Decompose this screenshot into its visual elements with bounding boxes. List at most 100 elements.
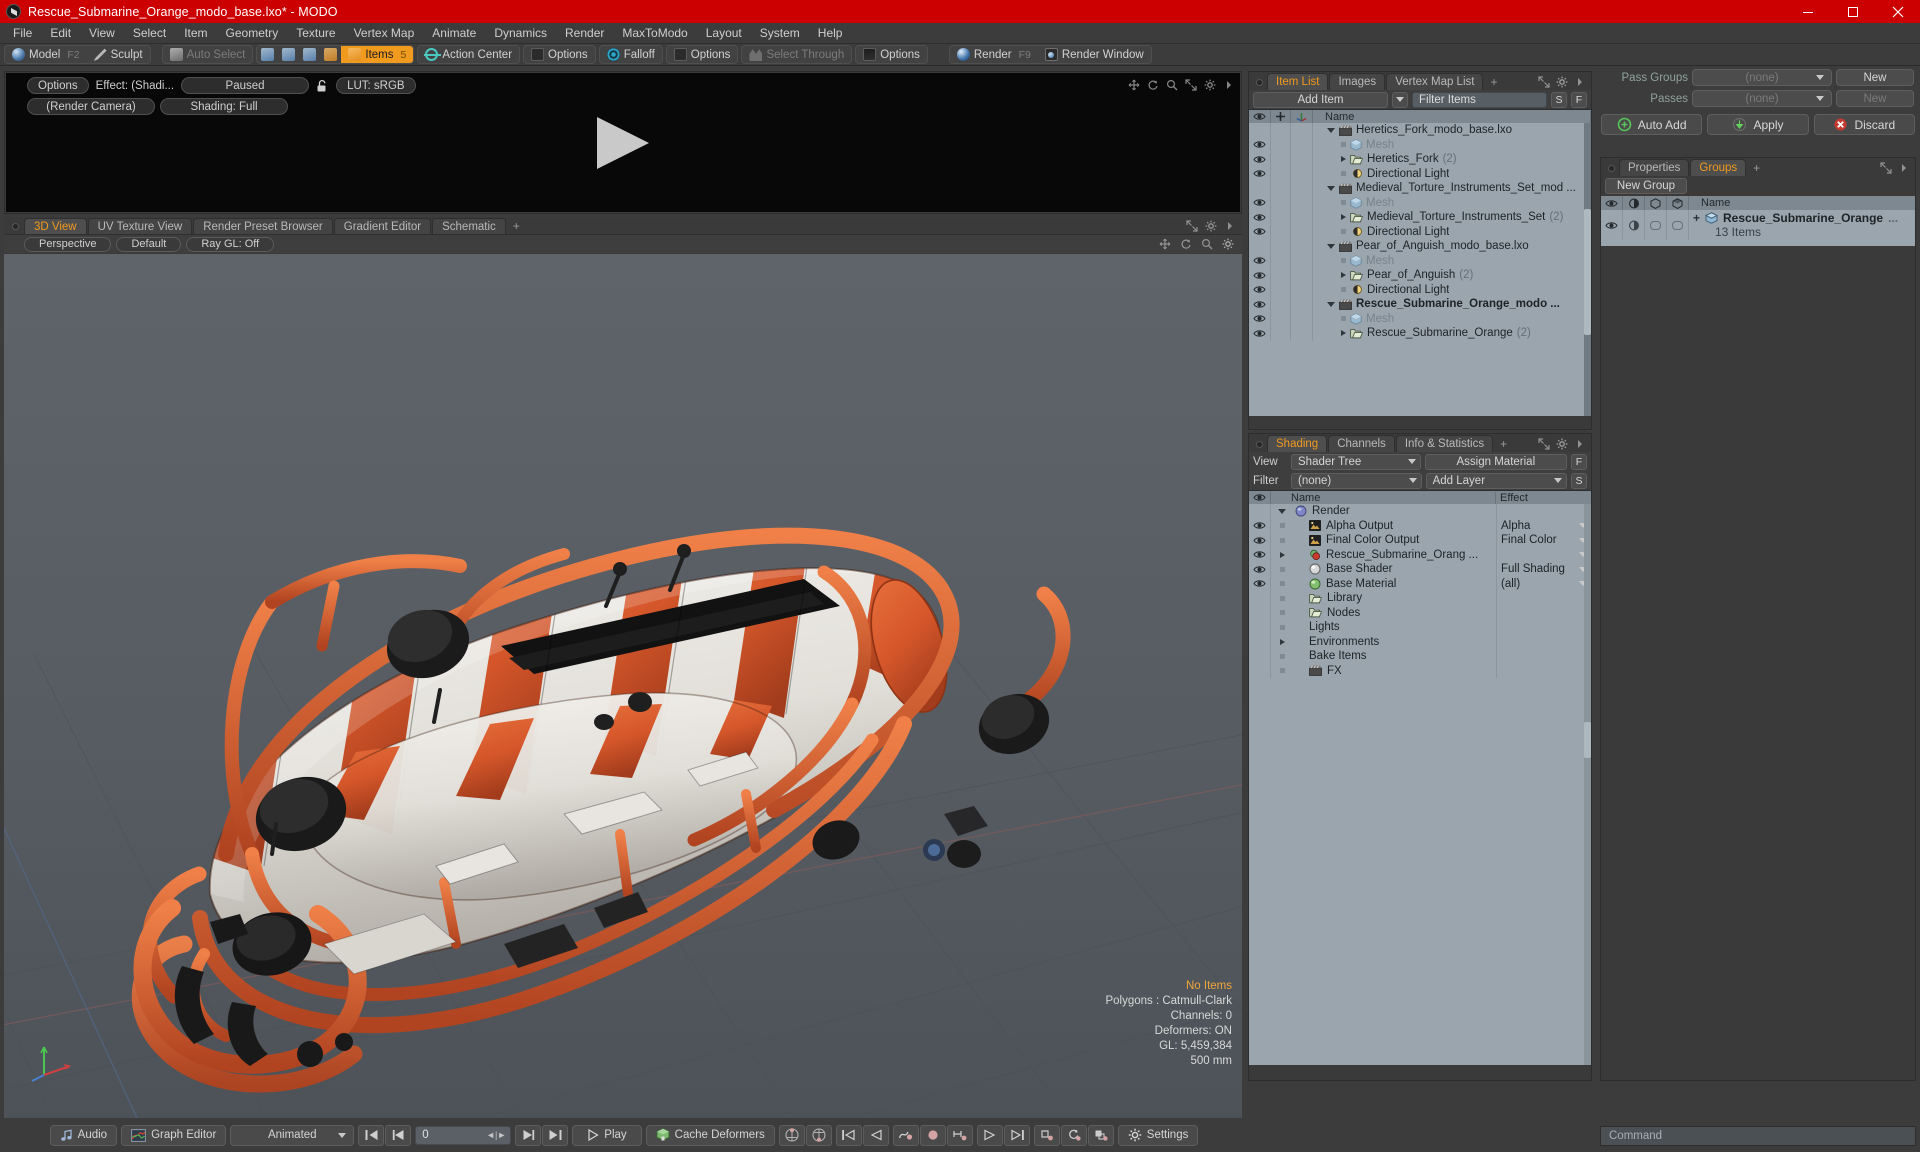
- item-list-row[interactable]: Directional Light: [1249, 282, 1591, 297]
- graph-editor-button[interactable]: Graph Editor: [121, 1124, 227, 1146]
- shader-visibility-toggle[interactable]: [1249, 576, 1271, 591]
- shader-visibility-toggle[interactable]: [1249, 649, 1271, 664]
- row-transform-cell[interactable]: [1291, 282, 1313, 297]
- eye-icon[interactable]: [1253, 536, 1266, 545]
- auto-add-button[interactable]: Auto Add: [1601, 114, 1703, 135]
- item-list-row[interactable]: Pear_of_Anguish (2): [1249, 268, 1591, 283]
- shader-tree-row[interactable]: Rescue_Submarine_Orang ...: [1249, 547, 1591, 562]
- sculpt-mode-button[interactable]: Sculpt: [87, 46, 150, 63]
- key-set-button[interactable]: [1033, 1124, 1060, 1146]
- group-expand-plus-icon[interactable]: +: [1693, 211, 1700, 225]
- row-transform-cell[interactable]: [1291, 297, 1313, 312]
- row-transform-cell[interactable]: [1291, 326, 1313, 341]
- viewport-settings-gear-icon[interactable]: [1222, 238, 1234, 250]
- key-range-button[interactable]: [946, 1124, 973, 1146]
- key-rotate-ccw-button[interactable]: [778, 1124, 805, 1146]
- row-transform-cell[interactable]: [1291, 195, 1313, 210]
- shader-row-effect[interactable]: [1496, 620, 1591, 635]
- shading-s-button[interactable]: S: [1571, 472, 1587, 489]
- shader-visibility-toggle[interactable]: [1249, 533, 1271, 548]
- row-transform-cell[interactable]: [1291, 152, 1313, 167]
- row-transform-cell[interactable]: [1291, 210, 1313, 225]
- shader-tree-row[interactable]: Final Color Output Final Color: [1249, 533, 1591, 548]
- preview-render-camera-button[interactable]: (Render Camera): [27, 98, 155, 115]
- viewport-menu-arrow-icon[interactable]: [1224, 220, 1236, 232]
- row-transform-cell[interactable]: [1291, 137, 1313, 152]
- item-list-gear-icon[interactable]: [1556, 76, 1568, 88]
- menu-render[interactable]: Render: [556, 23, 613, 44]
- expand-triangle-icon[interactable]: [1341, 214, 1346, 221]
- row-lock-cell[interactable]: [1271, 326, 1291, 341]
- viewport-projection-button[interactable]: Perspective: [24, 236, 112, 252]
- settings-button[interactable]: Settings: [1117, 1124, 1199, 1146]
- polygon-mode-button[interactable]: [299, 46, 320, 63]
- row-lock-cell[interactable]: [1271, 210, 1291, 225]
- tab-render-preset-browser[interactable]: Render Preset Browser: [193, 218, 333, 234]
- tab-item-list[interactable]: Item List: [1267, 73, 1329, 90]
- menu-vertex-map[interactable]: Vertex Map: [345, 23, 424, 44]
- add-layer-select[interactable]: Add Layer: [1425, 472, 1567, 489]
- falloff-options-button[interactable]: Options: [667, 46, 738, 63]
- menu-animate[interactable]: Animate: [423, 23, 485, 44]
- eye-icon[interactable]: [1253, 155, 1266, 164]
- discard-button[interactable]: Discard: [1813, 114, 1915, 135]
- row-lock-cell[interactable]: [1271, 311, 1291, 326]
- item-list-body[interactable]: Heretics_Fork_modo_base.lxo Mesh Heretics_…: [1249, 123, 1591, 416]
- row-lock-cell[interactable]: [1271, 181, 1291, 196]
- item-list-f-button[interactable]: F: [1571, 91, 1587, 108]
- tab-3d-view[interactable]: 3D View: [24, 218, 87, 234]
- row-visibility-toggle[interactable]: [1249, 137, 1271, 152]
- group-solid-toggle[interactable]: [1672, 220, 1683, 230]
- row-visibility-toggle[interactable]: [1249, 326, 1271, 341]
- row-visibility-toggle[interactable]: [1249, 210, 1271, 225]
- item-list-row[interactable]: Mesh: [1249, 311, 1591, 326]
- viewport-gear-icon[interactable]: [1205, 220, 1217, 232]
- shader-visibility-toggle[interactable]: [1249, 620, 1271, 635]
- tab-vertex-map-list[interactable]: Vertex Map List: [1386, 73, 1484, 90]
- key-layers-button[interactable]: [1087, 1124, 1114, 1146]
- row-transform-cell[interactable]: [1291, 181, 1313, 196]
- tab-images[interactable]: Images: [1329, 73, 1386, 90]
- menu-maxtomodo[interactable]: MaxToModo: [613, 23, 696, 44]
- shader-tree-row[interactable]: Lights: [1249, 620, 1591, 635]
- pass-groups-select[interactable]: (none): [1692, 69, 1832, 86]
- shader-visibility-toggle[interactable]: [1249, 504, 1271, 519]
- shader-visibility-toggle[interactable]: [1249, 518, 1271, 533]
- passes-new-button[interactable]: New: [1836, 90, 1914, 107]
- search-icon[interactable]: [1166, 79, 1178, 91]
- viewport-style-button[interactable]: Default: [116, 236, 182, 252]
- minimize-button[interactable]: [1785, 0, 1830, 23]
- item-list-row[interactable]: Medieval_Torture_Instruments_Set (2): [1249, 210, 1591, 225]
- row-visibility-toggle[interactable]: [1249, 282, 1271, 297]
- falloff-button[interactable]: Falloff: [600, 46, 662, 63]
- item-list-row[interactable]: Rescue_Submarine_Orange (2): [1249, 326, 1591, 341]
- row-lock-cell[interactable]: [1271, 253, 1291, 268]
- last-key-button[interactable]: [1003, 1124, 1030, 1146]
- add-key-button[interactable]: [919, 1124, 946, 1146]
- preview-lock-icon[interactable]: [314, 77, 331, 94]
- menu-view[interactable]: View: [80, 23, 124, 44]
- shader-row-effect[interactable]: [1496, 663, 1591, 678]
- item-list-tab-dot-icon[interactable]: [1256, 79, 1263, 86]
- tab-add-button[interactable]: +: [507, 218, 526, 234]
- shader-tree-row[interactable]: Base Shader Full Shading: [1249, 562, 1591, 577]
- command-bar[interactable]: Command: [1600, 1126, 1916, 1146]
- collapse-triangle-icon[interactable]: [1327, 301, 1335, 307]
- submarine-model[interactable]: [4, 254, 1242, 1137]
- eye-icon[interactable]: [1253, 213, 1266, 222]
- move-icon[interactable]: [1128, 79, 1140, 91]
- item-list-row[interactable]: Mesh: [1249, 253, 1591, 268]
- panel-menu-arrow-icon[interactable]: [1223, 79, 1235, 91]
- group-row-eye-cell[interactable]: [1601, 210, 1623, 240]
- eye-icon[interactable]: [1253, 550, 1266, 559]
- shader-visibility-toggle[interactable]: [1249, 663, 1271, 678]
- animation-mode-select[interactable]: Animated: [230, 1124, 355, 1146]
- viewport-raygl-button[interactable]: Ray GL: Off: [186, 236, 275, 252]
- close-button[interactable]: [1875, 0, 1920, 23]
- row-lock-cell[interactable]: [1271, 152, 1291, 167]
- row-visibility-toggle[interactable]: [1249, 166, 1271, 181]
- shader-row-gutter[interactable]: [1271, 635, 1293, 650]
- eye-icon[interactable]: [1605, 221, 1618, 230]
- first-key-button[interactable]: [835, 1124, 862, 1146]
- row-transform-cell[interactable]: [1291, 166, 1313, 181]
